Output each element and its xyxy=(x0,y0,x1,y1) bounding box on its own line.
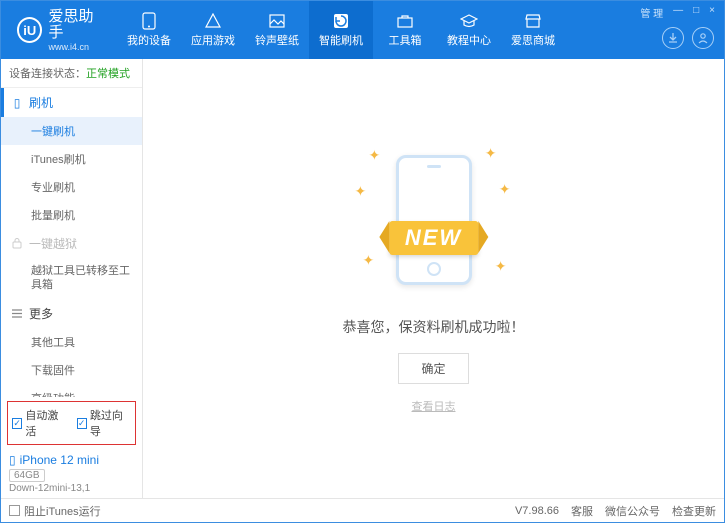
category-label: 更多 xyxy=(29,305,53,322)
wallpaper-icon xyxy=(267,13,287,29)
storage-badge: 64GB xyxy=(9,469,45,482)
nav-tutorial[interactable]: 教程中心 xyxy=(437,1,501,59)
checkbox-skip-guide[interactable]: ✓ 跳过向导 xyxy=(77,407,132,439)
phone-icon xyxy=(139,13,159,29)
phone-small-icon: ▯ xyxy=(11,97,23,109)
nav-label: 爱思商城 xyxy=(511,32,555,48)
status-value: 正常模式 xyxy=(86,68,130,80)
success-illustration: ✦ ✦ ✦ ✦ ✦ ✦ NEW xyxy=(349,143,519,303)
version-text: V7.98.66 xyxy=(515,505,559,517)
graduation-icon xyxy=(459,13,479,29)
nav-label: 铃声壁纸 xyxy=(255,32,299,48)
lock-icon xyxy=(11,238,23,250)
minimize-button[interactable]: — xyxy=(670,5,686,20)
category-label: 刷机 xyxy=(29,94,53,111)
maximize-button[interactable]: □ xyxy=(690,5,702,20)
status-label: 设备连接状态： xyxy=(9,68,86,80)
nav-label: 智能刷机 xyxy=(319,32,363,48)
sparkle-icon: ✦ xyxy=(485,145,497,162)
main-nav: 我的设备 应用游戏 铃声壁纸 智能刷机 xyxy=(117,1,718,59)
checkbox-icon: ✓ xyxy=(77,418,87,429)
sidebar-item-download-fw[interactable]: 下载固件 xyxy=(1,356,142,384)
new-ribbon: NEW xyxy=(389,221,478,255)
nav-toolbox[interactable]: 工具箱 xyxy=(373,1,437,59)
phone-icon: ▯ xyxy=(9,453,16,467)
connection-status: 设备连接状态：正常模式 xyxy=(1,59,142,88)
footer-wechat-link[interactable]: 微信公众号 xyxy=(605,503,660,519)
app-name: 爱思助手 xyxy=(48,9,107,42)
nav-device[interactable]: 我的设备 xyxy=(117,1,181,59)
app-logo-icon: iU xyxy=(17,17,42,43)
nav-label: 我的设备 xyxy=(127,32,171,48)
checkbox-label: 阻止iTunes运行 xyxy=(24,503,101,519)
checkbox-icon: ✓ xyxy=(12,418,22,429)
sidebar-item-itunes[interactable]: iTunes刷机 xyxy=(1,145,142,173)
category-flash[interactable]: ▯ 刷机 xyxy=(1,88,142,117)
logo: iU 爱思助手 www.i4.cn xyxy=(7,9,117,52)
jailbreak-note: 越狱工具已转移至工具箱 xyxy=(1,258,142,299)
main-content: ✦ ✦ ✦ ✦ ✦ ✦ NEW 恭喜您，保资料刷机成功啦！ 确定 查看日志 xyxy=(143,59,724,498)
nav-apps[interactable]: 应用游戏 xyxy=(181,1,245,59)
view-log-link[interactable]: 查看日志 xyxy=(412,398,456,414)
device-name-text: iPhone 12 mini xyxy=(20,453,99,467)
sparkle-icon: ✦ xyxy=(363,252,375,269)
device-profile: Down-12mini-13,1 xyxy=(9,483,134,494)
sidebar-item-othertools[interactable]: 其他工具 xyxy=(1,328,142,356)
ok-button[interactable]: 确定 xyxy=(398,353,468,384)
options-box: ✓ 自动激活 ✓ 跳过向导 xyxy=(7,401,136,445)
apps-icon xyxy=(203,13,223,29)
refresh-icon xyxy=(331,13,351,29)
sidebar-item-oneclick[interactable]: 一键刷机 xyxy=(1,117,142,145)
sparkle-icon: ✦ xyxy=(499,181,511,198)
window-controls: 管 理 — □ × xyxy=(637,5,718,20)
footer-service-link[interactable]: 客服 xyxy=(571,503,593,519)
category-more[interactable]: 更多 xyxy=(1,299,142,328)
category-label: 一键越狱 xyxy=(29,235,77,252)
sidebar-item-batch[interactable]: 批量刷机 xyxy=(1,201,142,229)
nav-store[interactable]: 爱思商城 xyxy=(501,1,565,59)
sparkle-icon: ✦ xyxy=(369,147,381,164)
checkbox-label: 自动激活 xyxy=(25,407,66,439)
nav-label: 教程中心 xyxy=(447,32,491,48)
toolbox-icon xyxy=(395,13,415,29)
sparkle-icon: ✦ xyxy=(355,183,367,200)
checkbox-auto-activate[interactable]: ✓ 自动激活 xyxy=(12,407,67,439)
user-button[interactable] xyxy=(692,27,714,49)
sidebar: 设备连接状态：正常模式 ▯ 刷机 一键刷机 iTunes刷机 专业刷机 批量刷机… xyxy=(1,59,143,498)
success-message: 恭喜您，保资料刷机成功啦！ xyxy=(343,317,525,337)
footer-update-link[interactable]: 检查更新 xyxy=(672,503,716,519)
store-icon xyxy=(523,13,543,29)
phone-illustration-icon xyxy=(396,155,472,285)
menu-icon xyxy=(11,307,23,319)
sparkle-icon: ✦ xyxy=(495,258,507,275)
nav-label: 工具箱 xyxy=(389,32,422,48)
checkbox-block-itunes[interactable]: 阻止iTunes运行 xyxy=(9,503,101,519)
sidebar-item-advanced[interactable]: 高级功能 xyxy=(1,384,142,397)
device-info[interactable]: ▯ iPhone 12 mini 64GB Down-12mini-13,1 xyxy=(1,449,142,498)
nav-ringtone[interactable]: 铃声壁纸 xyxy=(245,1,309,59)
category-jailbreak: 一键越狱 xyxy=(1,229,142,258)
nav-flash[interactable]: 智能刷机 xyxy=(309,1,373,59)
download-button[interactable] xyxy=(662,27,684,49)
nav-label: 应用游戏 xyxy=(191,32,235,48)
sidebar-item-pro[interactable]: 专业刷机 xyxy=(1,173,142,201)
close-button[interactable]: × xyxy=(706,5,718,20)
checkbox-label: 跳过向导 xyxy=(90,407,131,439)
checkbox-icon xyxy=(9,505,20,516)
settings-icon[interactable]: 管 理 xyxy=(637,5,666,20)
header: iU 爱思助手 www.i4.cn 我的设备 应用游戏 xyxy=(1,1,724,59)
footer: 阻止iTunes运行 V7.98.66 客服 微信公众号 检查更新 xyxy=(1,498,724,522)
app-site: www.i4.cn xyxy=(48,42,107,52)
